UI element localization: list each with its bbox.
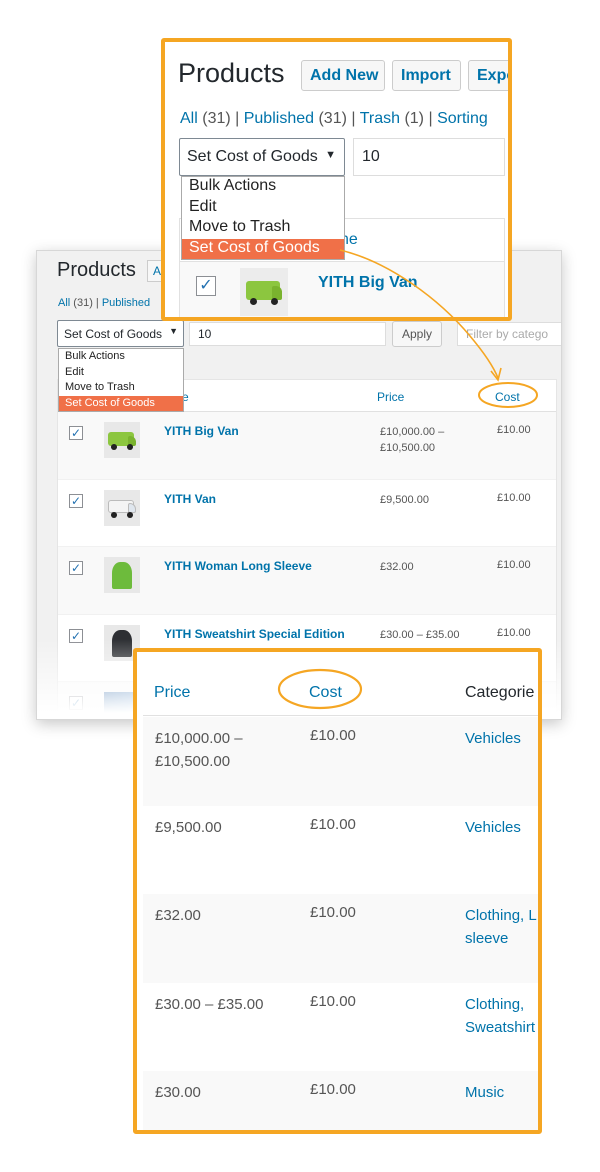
filter-trash-count: (1) — [404, 110, 425, 127]
product-name-link[interactable]: YITH Van — [164, 492, 216, 506]
table-row: £32.00 £10.00 Clothing, Lsleeve — [143, 894, 538, 983]
caret-down-icon: ▼ — [169, 326, 178, 336]
product-category-link[interactable]: Vehicles — [465, 816, 521, 839]
filter-published-link[interactable]: Published — [244, 110, 314, 127]
product-cost: £10.00 — [497, 424, 531, 436]
product-cost: £10.00 — [310, 815, 356, 833]
filter-published-link[interactable]: Published — [102, 297, 150, 309]
row-checkbox[interactable]: ✓ — [69, 493, 83, 508]
column-cost[interactable]: Cost — [309, 684, 342, 702]
dropdown-option-edit[interactable]: Edit — [59, 365, 183, 381]
checkmark-icon: ✓ — [70, 561, 82, 575]
caret-down-icon: ▼ — [325, 149, 336, 161]
product-thumbnail-long-sleeve[interactable] — [104, 557, 140, 593]
table-row: ✓ YITH Van £9,500.00 £10.00 — [58, 480, 556, 547]
checkmark-icon: ✓ — [199, 277, 213, 294]
filter-published-count: (31) — [318, 110, 347, 127]
table-row: £30.00 £10.00 Music — [143, 1071, 538, 1130]
product-price: £10,000.00 – £10,500.00 — [380, 426, 445, 454]
bulk-actions-select[interactable]: Set Cost of Goods ▼ — [57, 320, 184, 347]
table-row: £10,000.00 – £10,500.00 £10.00 Vehicles — [143, 717, 538, 806]
dropdown-option-edit[interactable]: Edit — [182, 198, 344, 219]
column-price[interactable]: Price — [377, 390, 404, 404]
category-filter-input[interactable]: Filter by catego — [457, 322, 561, 346]
product-price: £10,000.00 – £10,500.00 — [155, 730, 243, 770]
dropdown-option-bulk-actions[interactable]: Bulk Actions — [182, 177, 344, 198]
table-header: Price Cost Categorie — [143, 670, 538, 716]
checkmark-icon: ✓ — [70, 426, 82, 440]
sorting-link[interactable]: Sorting — [437, 110, 488, 127]
product-cost: £10.00 — [497, 491, 531, 504]
add-new-button[interactable]: Add New — [301, 60, 385, 91]
product-price: £9,500.00 — [380, 493, 429, 506]
export-button[interactable]: Expo — [468, 60, 508, 91]
product-price: £30.00 — [155, 1084, 201, 1101]
product-cost: £10.00 — [310, 904, 356, 921]
column-cost[interactable]: Cost — [495, 390, 520, 404]
cost-value-input[interactable]: 10 — [189, 322, 386, 346]
page-title: Products — [178, 58, 285, 88]
product-thumbnail-van[interactable] — [104, 489, 140, 526]
status-filter-links: All (31) | Published — [58, 297, 151, 309]
product-category-link[interactable]: Clothing, Sweatshirt — [465, 993, 535, 1039]
product-cost: £10.00 — [310, 1081, 356, 1098]
apply-button[interactable]: Apply — [392, 321, 442, 347]
filter-all-link[interactable]: All — [180, 110, 198, 127]
row-checkbox[interactable]: ✓ — [196, 276, 216, 296]
product-name-link[interactable]: YITH Woman Long Sleeve — [164, 559, 312, 573]
column-price[interactable]: Price — [154, 684, 190, 702]
product-price: £32.00 — [155, 907, 201, 924]
zoom-callout-bottom: Price Cost Categorie £10,000.00 – £10,500… — [133, 648, 542, 1134]
dropdown-option-set-cost[interactable]: Set Cost of Goods — [182, 238, 344, 259]
table-row: ✓ YITH Big Van — [179, 262, 505, 317]
dropdown-option-set-cost[interactable]: Set Cost of Goods — [59, 395, 183, 411]
filter-all-link[interactable]: All — [58, 297, 70, 309]
column-categories: Categorie — [465, 684, 535, 701]
dropdown-option-bulk-actions[interactable]: Bulk Actions — [59, 349, 183, 365]
filter-trash-link[interactable]: Trash — [360, 110, 400, 127]
cost-value-input[interactable]: 10 — [353, 138, 505, 176]
product-price: £30.00 – £35.00 — [155, 995, 264, 1013]
checkmark-icon: ✓ — [70, 493, 82, 508]
product-category-link[interactable]: Vehicles — [465, 727, 521, 750]
product-category-link[interactable]: Clothing, Lsleeve — [465, 904, 537, 950]
zoom-callout-top: Products Add New Import Expo All (31) | … — [161, 38, 512, 321]
page-title: Products — [57, 259, 136, 281]
product-cost: £10.00 — [310, 727, 356, 744]
product-name-link[interactable]: YITH Big Van — [318, 274, 418, 292]
dropdown-option-move-to-trash[interactable]: Move to Trash — [59, 380, 183, 396]
product-thumbnail-van[interactable] — [104, 422, 140, 458]
product-category-link[interactable]: Music — [465, 1081, 504, 1104]
table-row: ✓ YITH Woman Long Sleeve £32.00 £10.00 — [58, 547, 556, 615]
product-price: £9,500.00 — [155, 818, 222, 836]
product-price: £32.00 — [380, 561, 414, 573]
product-cost: £10.00 — [497, 626, 531, 639]
dropdown-option-move-to-trash[interactable]: Move to Trash — [182, 218, 344, 239]
table-row: £30.00 – £35.00 £10.00 Clothing, Sweatshi… — [143, 983, 538, 1072]
product-name-link[interactable]: YITH Big Van — [164, 424, 239, 438]
bulk-actions-select[interactable]: Set Cost of Goods ▼ — [179, 138, 345, 176]
filter-all-count: (31) — [73, 297, 93, 309]
filter-all-count: (31) — [202, 110, 231, 127]
status-filter-links: All (31) | Published (31) | Trash (1) | … — [180, 110, 488, 127]
bulk-actions-dropdown: Bulk Actions Edit Move to Trash Set Cost… — [58, 348, 184, 412]
table-row: ✓ YITH Big Van £10,000.00 – £10,500.00 £1… — [58, 412, 556, 480]
row-checkbox[interactable]: ✓ — [69, 561, 83, 575]
row-checkbox[interactable]: ✓ — [69, 426, 83, 440]
bulk-actions-dropdown: Bulk Actions Edit Move to Trash Set Cost… — [181, 176, 345, 260]
product-thumbnail-van[interactable] — [240, 268, 288, 316]
product-cost: £10.00 — [310, 992, 356, 1010]
product-cost: £10.00 — [497, 559, 531, 571]
import-button[interactable]: Import — [392, 60, 461, 91]
table-row: £9,500.00 £10.00 Vehicles — [143, 806, 538, 895]
